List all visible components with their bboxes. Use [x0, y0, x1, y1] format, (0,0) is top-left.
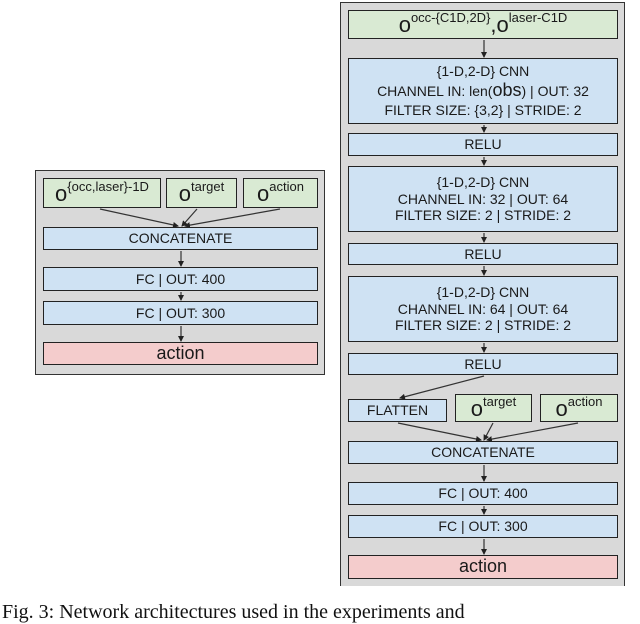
channel-prefix: CHANNEL IN: len(	[377, 83, 493, 100]
channel-obs: obs	[492, 80, 522, 101]
cnn-channel: CHANNEL IN: len(obs) | OUT: 32	[377, 80, 589, 102]
action-output: action	[348, 555, 618, 579]
input-base: o	[496, 12, 509, 38]
concatenate-layer: CONCATENATE	[43, 227, 318, 250]
input-superscript: action	[269, 178, 304, 194]
input-base: o	[555, 395, 568, 421]
figure-caption: Fig. 3: Network architectures used in th…	[2, 601, 465, 623]
input-base: o	[55, 180, 68, 206]
input-superscript: laser-C1D	[508, 10, 568, 26]
concatenate-layer: CONCATENATE	[348, 441, 618, 464]
input-base: o	[398, 12, 411, 38]
input-target: otarget	[455, 394, 532, 422]
input-base: o	[470, 395, 483, 421]
input-superscript: target	[483, 393, 517, 409]
input-base: o	[257, 180, 270, 206]
cnn-channel: CHANNEL IN: 64 | OUT: 64	[397, 300, 569, 317]
relu-layer-3: RELU	[348, 353, 618, 375]
cnn-filter: FILTER SIZE: 2 | STRIDE: 2	[394, 317, 572, 334]
input-occ-laser-1d: o{occ,laser}-1D	[43, 178, 161, 208]
relu-layer-1: RELU	[348, 133, 618, 156]
input-target: otarget	[166, 178, 237, 208]
cnn-layer-2: {1-D,2-D} CNN CHANNEL IN: 32 | OUT: 64 F…	[348, 166, 618, 232]
channel-suffix: ) | OUT: 32	[521, 83, 589, 100]
relu-layer-2: RELU	[348, 243, 618, 265]
cnn-title: {1-D,2-D} CNN	[436, 283, 530, 300]
cnn-filter: FILTER SIZE: {3,2} | STRIDE: 2	[384, 101, 582, 118]
input-action: oaction	[540, 394, 618, 422]
flatten-layer: FLATTEN	[348, 399, 447, 422]
input-superscript: {occ,laser}-1D	[67, 178, 149, 194]
cnn-layer-3: {1-D,2-D} CNN CHANNEL IN: 64 | OUT: 64 F…	[348, 276, 618, 342]
fc-400-layer: FC | OUT: 400	[43, 267, 318, 291]
action-output: action	[43, 342, 318, 365]
cnn-title: {1-D,2-D} CNN	[436, 63, 530, 80]
input-base: o	[178, 180, 191, 206]
fc-300-layer: FC | OUT: 300	[348, 515, 618, 538]
input-superscript: occ-{C1D,2D}	[410, 10, 491, 26]
input-action: oaction	[243, 178, 318, 208]
fc-300-layer: FC | OUT: 300	[43, 301, 318, 325]
fc-400-layer: FC | OUT: 400	[348, 482, 618, 505]
cnn-title: {1-D,2-D} CNN	[436, 173, 530, 190]
input-superscript: action	[567, 393, 603, 409]
cnn-channel: CHANNEL IN: 32 | OUT: 64	[397, 190, 569, 207]
input-occ-laser-cnn: oocc-{C1D,2D},olaser-C1D	[348, 10, 618, 39]
cnn-filter: FILTER SIZE: 2 | STRIDE: 2	[394, 207, 572, 224]
input-superscript: target	[191, 178, 225, 194]
cnn-layer-1: {1-D,2-D} CNN CHANNEL IN: len(obs) | OUT…	[348, 58, 618, 124]
